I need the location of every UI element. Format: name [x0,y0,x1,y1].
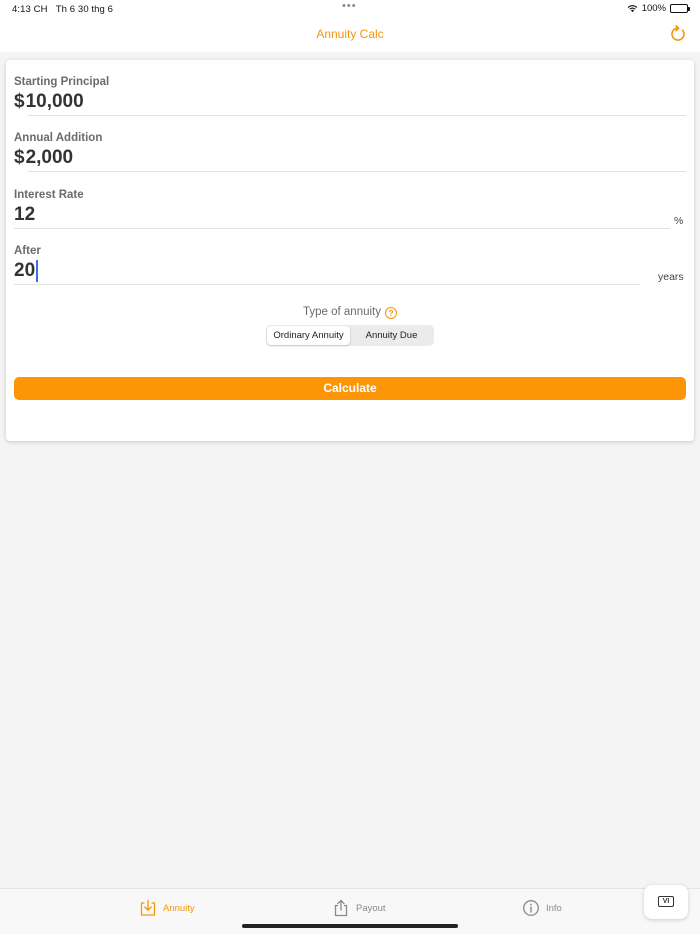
annual-addition-label: Annual Addition [14,132,103,144]
after-label: After [14,245,41,257]
annuity-type-heading: Type of annuity? [6,306,694,319]
after-value[interactable]: 20 [14,260,35,282]
after-input[interactable]: 20 [14,260,38,282]
after-field: After [14,245,41,257]
refresh-icon[interactable] [668,24,688,44]
tab-payout-label: Payout [356,902,386,914]
navigation-bar: Annuity Calc [0,18,700,52]
status-bar: 4:13 CH Th 6 30 thg 6 ••• 100% [0,0,700,18]
annual-addition-input[interactable]: $ 2,000 [14,147,73,169]
battery-percent: 100% [641,3,666,14]
info-icon [523,900,539,916]
segment-annuity-due[interactable]: Annuity Due [350,326,433,345]
text-caret [36,260,38,282]
status-right: 100% [627,3,690,14]
currency-symbol: $ [14,147,25,168]
starting-principal-value[interactable]: 10,000 [26,91,84,113]
tab-info[interactable]: Info [522,899,562,917]
annual-addition-value[interactable]: 2,000 [26,147,74,169]
wifi-icon [627,5,637,13]
status-time-date: 4:13 CH Th 6 30 thg 6 [12,4,114,15]
interest-rate-value[interactable]: 12 [14,204,35,226]
interest-rate-field: Interest Rate [14,189,84,201]
annuity-form-card: Starting Principal $ 10,000 Annual Addit… [6,60,694,441]
starting-principal-label: Starting Principal [14,76,110,88]
after-underline [14,284,640,285]
tab-annuity[interactable]: Annuity [139,899,195,917]
starting-principal-underline [28,115,686,116]
language-button[interactable]: VI [644,885,688,919]
percent-unit: % [674,215,684,227]
page-title: Annuity Calc [316,27,384,41]
starting-principal-field: Starting Principal [14,76,109,88]
segment-ordinary-annuity[interactable]: Ordinary Annuity [267,326,350,345]
interest-rate-label: Interest Rate [14,189,84,201]
years-unit: years [658,271,684,283]
annual-addition-underline [28,171,686,172]
annuity-type-segmented-control: Ordinary Annuity Annuity Due [266,325,434,346]
multitasking-dots[interactable]: ••• [342,0,357,12]
tab-annuity-label: Annuity [163,902,195,914]
share-icon [334,899,348,917]
tab-payout[interactable]: Payout [332,899,386,917]
annuity-type-label: Type of annuity [303,306,381,318]
annual-addition-field: Annual Addition [14,132,102,144]
language-badge-icon: VI [658,896,674,907]
tab-info-label: Info [546,902,562,914]
help-icon[interactable]: ? [385,307,397,319]
starting-principal-input[interactable]: $ 10,000 [14,91,84,113]
home-indicator[interactable] [242,924,458,928]
interest-rate-underline [14,228,670,229]
calculate-button[interactable]: Calculate [14,377,686,400]
currency-symbol: $ [14,91,25,112]
interest-rate-input[interactable]: 12 [14,204,35,226]
tray-download-icon [140,899,156,916]
battery-icon [670,4,690,13]
